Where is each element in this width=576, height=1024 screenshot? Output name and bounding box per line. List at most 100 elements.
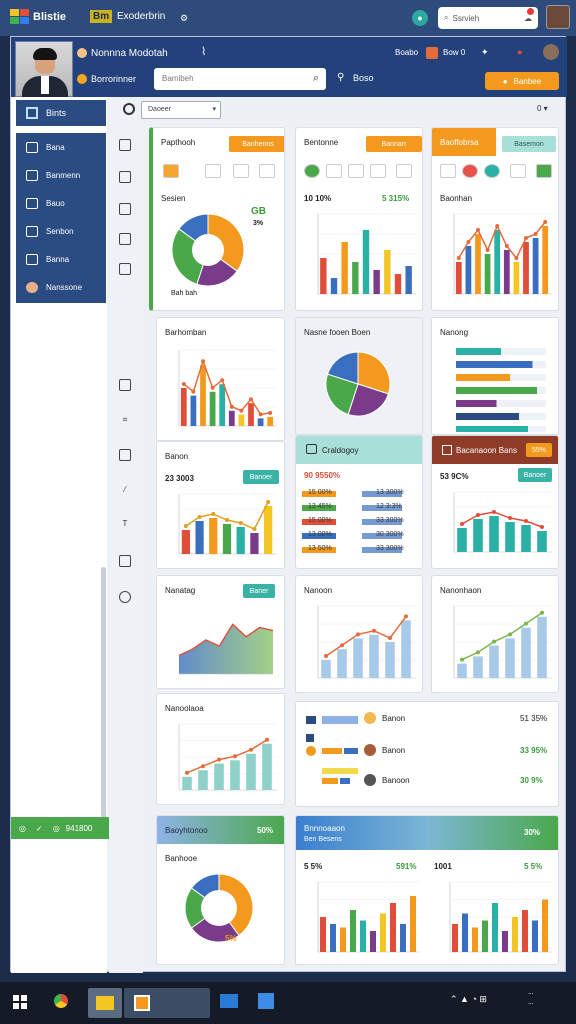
link-icon[interactable] <box>119 449 131 461</box>
bar <box>330 924 336 952</box>
search-icon[interactable]: ⌕ <box>313 72 319 85</box>
header-avatar[interactable] <box>543 44 559 60</box>
bar <box>537 616 547 678</box>
trend-point <box>197 515 202 519</box>
card-barhomban: Barhomban <box>156 317 285 441</box>
box-icon[interactable] <box>119 171 131 183</box>
trend-point <box>476 513 480 517</box>
horizontal-bar-chart <box>456 348 546 432</box>
tool-icon[interactable] <box>326 164 342 178</box>
card-value-3: 1001 <box>434 862 452 871</box>
trend-point <box>258 412 263 417</box>
store-icon[interactable] <box>258 993 274 1009</box>
header-label-2[interactable]: Bow 0 <box>443 48 465 57</box>
sidebar-item-3[interactable]: Bauo <box>16 193 106 215</box>
trend-point <box>239 408 244 413</box>
card-button[interactable]: Baner <box>243 584 275 598</box>
target-icon: ◎ <box>19 823 26 833</box>
filter-select[interactable]: Daoeer ▾ <box>141 101 221 119</box>
tool-icon[interactable] <box>396 164 412 178</box>
bar <box>394 274 402 294</box>
header-orange-button[interactable]: ● Banbee <box>485 72 559 90</box>
hbar-track <box>532 361 546 368</box>
app-window: Nonnna Modotah Borrorinner ⌇ Boabo Bow 0… <box>10 36 567 973</box>
text-icon[interactable]: T <box>119 519 131 531</box>
settings-icon[interactable]: ⚙ <box>176 10 192 26</box>
sidebar-item-2[interactable]: Banmenn <box>16 165 106 187</box>
user-icon-label: Boso <box>353 73 374 83</box>
tool-icon[interactable] <box>536 164 552 178</box>
header-label-1[interactable]: Boabo <box>395 48 418 57</box>
bar <box>248 403 254 426</box>
card-button[interactable]: Bannarr <box>366 136 422 152</box>
card-pie: Nasne fooen Boen <box>295 317 423 435</box>
progress-bar <box>322 716 358 724</box>
card-nanonhaon: Nanonhaon <box>431 575 559 693</box>
bar <box>209 391 216 426</box>
taskbar-window[interactable] <box>124 988 210 1018</box>
stat-value: 15 00% <box>308 489 332 496</box>
tool-icon[interactable] <box>205 164 221 178</box>
search-icon: ⌕ <box>444 13 449 22</box>
grid-icon[interactable] <box>119 379 131 391</box>
hbar-track <box>537 387 546 394</box>
sidebar-item-4[interactable]: Senbon <box>16 221 106 243</box>
pin-icon[interactable]: ⁄ <box>119 485 131 497</box>
sidebar-item-6[interactable]: Nanssone <box>16 277 106 299</box>
card-subtitle: Ben Besens <box>304 836 342 843</box>
app-logo-icon <box>10 9 29 24</box>
sidebar-item-5[interactable]: Banna <box>16 249 106 271</box>
app-search-input[interactable]: Bamibeh ⌕ <box>154 68 326 90</box>
tool-icon[interactable] <box>462 164 478 178</box>
taskbar-folder[interactable] <box>88 988 122 1018</box>
home-icon[interactable] <box>440 164 456 178</box>
card-button[interactable]: Banoer <box>243 470 279 484</box>
sidebar-scrollbar[interactable] <box>101 567 106 827</box>
bell-icon[interactable] <box>426 47 438 59</box>
system-tray[interactable]: ⌃ ▲ ◔ ⊞ <box>450 994 487 1005</box>
card-value: 10 10% <box>304 194 332 203</box>
home-icon[interactable] <box>119 139 131 151</box>
share-icon[interactable]: ✦ <box>481 47 489 58</box>
browser-icon[interactable] <box>50 990 72 1012</box>
card-title: Banon <box>165 452 189 461</box>
flag-icon[interactable] <box>119 555 131 567</box>
tool-icon[interactable] <box>370 164 386 178</box>
tool-icon[interactable] <box>259 164 275 178</box>
top-avatar[interactable] <box>546 5 570 29</box>
card-title: Baoyhtonoo <box>165 826 208 835</box>
image-icon[interactable] <box>119 233 131 245</box>
bar <box>400 924 406 952</box>
book-icon[interactable] <box>119 203 131 215</box>
trend-point <box>543 220 548 224</box>
bar <box>321 660 331 678</box>
card-title: Nasne fooen Boen <box>304 328 371 337</box>
globe-icon[interactable] <box>119 591 131 603</box>
top-search-input[interactable]: ⌕ Ssrvieh ☁ <box>438 7 538 29</box>
donut-hole <box>201 890 237 926</box>
tool-icon[interactable] <box>304 164 320 178</box>
mail-icon[interactable] <box>220 994 238 1008</box>
tag-icon[interactable]: ⌗ <box>119 415 131 427</box>
sidebar-item-1[interactable]: Bana <box>16 137 106 159</box>
tool-icon[interactable] <box>484 164 500 178</box>
tool-icon[interactable] <box>510 164 526 178</box>
card-button[interactable]: Basemon <box>502 136 556 152</box>
heart-icon[interactable]: ● <box>517 47 522 57</box>
clock[interactable]: ᐧᐧᐧ ᐧᐧᐧ <box>528 990 533 1010</box>
tool-icon[interactable] <box>233 164 249 178</box>
bar <box>410 896 416 952</box>
stat-value: 13 45% <box>308 503 332 510</box>
list-icon[interactable] <box>119 263 131 275</box>
sidebar-item-active[interactable]: Bints <box>16 100 106 126</box>
start-button[interactable] <box>13 995 27 1009</box>
trend-point <box>191 389 196 394</box>
view-toggle[interactable]: 0 ▾ <box>537 104 548 113</box>
card-button[interactable]: Banhenns <box>229 136 284 152</box>
tool-icon[interactable] <box>348 164 364 178</box>
tool-icon[interactable] <box>163 164 179 178</box>
card-button[interactable]: Banoer <box>518 468 552 482</box>
view-icon[interactable] <box>123 103 135 115</box>
card-value-4: 5 5% <box>524 862 543 871</box>
notification-icon[interactable]: ● <box>412 10 428 26</box>
